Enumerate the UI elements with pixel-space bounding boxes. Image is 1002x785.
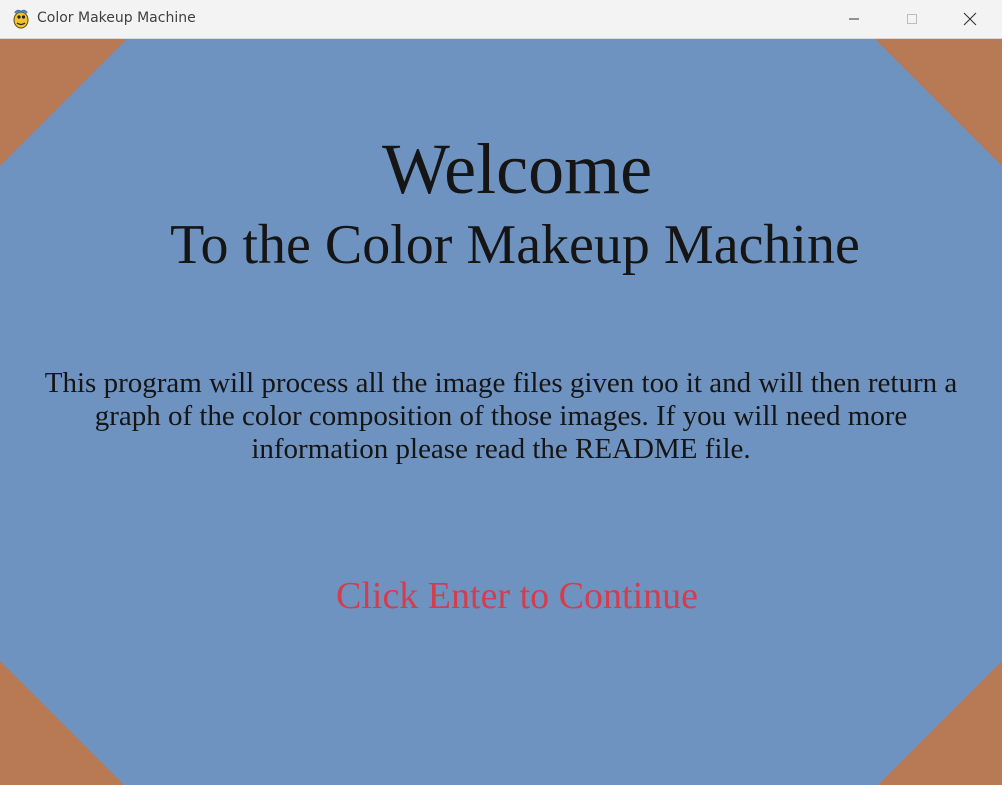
description-line: This program will process all the image …	[44, 367, 958, 399]
minimize-button[interactable]	[825, 0, 883, 38]
title-bar[interactable]: Color Makeup Machine	[0, 0, 1002, 39]
welcome-heading: Welcome	[381, 129, 653, 209]
program-description: This program will process all the image …	[0, 367, 1002, 466]
corner-decoration-bottom-left	[0, 661, 124, 785]
close-button[interactable]	[941, 0, 999, 38]
maximize-icon	[907, 14, 917, 24]
description-line: graph of the color composition of those …	[94, 400, 908, 432]
python-snake-icon	[13, 9, 29, 29]
window-title: Color Makeup Machine	[37, 10, 196, 26]
minimize-icon	[849, 18, 859, 20]
welcome-screen[interactable]: Welcome To the Color Makeup Machine This…	[0, 39, 1002, 785]
corner-decoration-bottom-right	[878, 661, 1002, 785]
description-line: information please read the README file.	[251, 433, 751, 465]
close-icon	[963, 12, 977, 26]
app-window: Color Makeup Machine Welcome To the Colo…	[0, 0, 1002, 785]
continue-prompt[interactable]: Click Enter to Continue	[16, 573, 1002, 619]
maximize-button[interactable]	[883, 0, 941, 38]
welcome-subheading: To the Color Makeup Machine	[170, 214, 860, 276]
